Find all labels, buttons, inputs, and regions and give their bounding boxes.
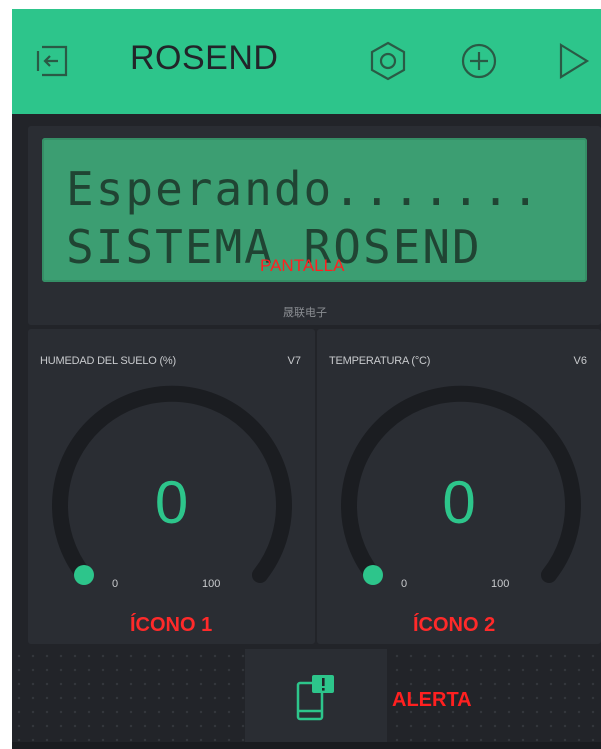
gauge-min: 0: [112, 578, 119, 590]
gauge-max: 100: [491, 578, 510, 590]
gauge-value: 0: [154, 469, 189, 536]
project-title: ROSEND: [130, 39, 279, 77]
gauge-value: 0: [442, 469, 476, 536]
play-icon[interactable]: [549, 37, 597, 85]
gauge-humidity[interactable]: HUMEDAD DEL SUELO (%) V7 0 0 100 ÍCONO 1: [28, 329, 315, 644]
add-circle-icon[interactable]: [455, 37, 503, 85]
gauge-min: 0: [401, 578, 408, 590]
gauge-indicator-dot: [363, 565, 383, 585]
canvas-grid: ALERTA: [12, 649, 601, 749]
gauge-max: 100: [202, 578, 221, 590]
alerta-annotation: ALERTA: [392, 689, 472, 711]
icono-2-annotation: ÍCONO 2: [413, 614, 496, 636]
icono-1-annotation: ÍCONO 1: [130, 614, 213, 636]
phone-notification-icon: [296, 675, 334, 721]
lcd-caption: 晟联电子: [283, 307, 327, 319]
bottom-divider: [12, 742, 601, 749]
lcd-widget[interactable]: Esperando....... SISTEMA ROSEND PANTALLA…: [28, 126, 601, 325]
gauge-indicator-dot: [74, 565, 94, 585]
exit-icon[interactable]: [30, 37, 78, 85]
gauge-temperature[interactable]: TEMPERATURA (°C) V6 0 0 100 ÍCONO 2: [317, 329, 601, 644]
alert-widget[interactable]: [245, 649, 387, 749]
pantalla-annotation: PANTALLA: [260, 256, 345, 275]
settings-hexagon-icon[interactable]: [364, 37, 412, 85]
app-header: ROSEND: [12, 9, 601, 114]
app-frame: ROSEND Esperando....... SISTEMA ROSEND P…: [12, 9, 601, 749]
lcd-line-1: Esperando.......: [66, 162, 542, 216]
